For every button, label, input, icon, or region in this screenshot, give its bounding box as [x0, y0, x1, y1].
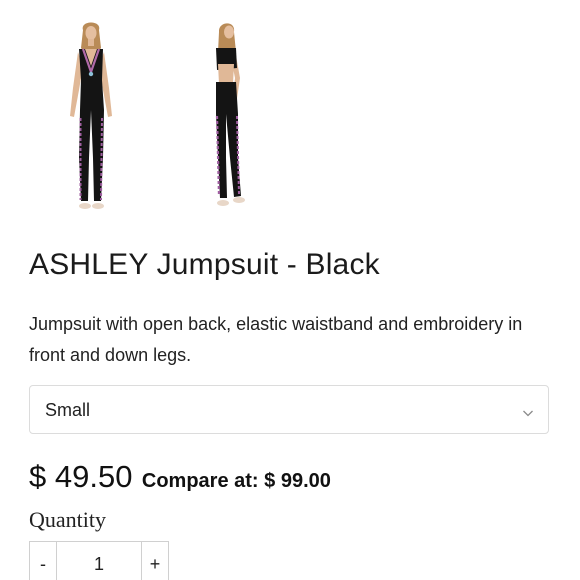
quantity-input[interactable] — [57, 542, 141, 580]
product-price: $ 49.50 — [29, 459, 133, 494]
quantity-stepper: - + — [29, 541, 169, 580]
quantity-label: Quantity — [29, 507, 106, 532]
product-page: ASHLEY Jumpsuit - Black Jumpsuit with op… — [0, 0, 580, 580]
product-description: Jumpsuit with open back, elastic waistba… — [29, 314, 523, 365]
compare-at-price: Compare at: $ 99.00 — [141, 470, 331, 492]
size-select-value: Small — [45, 400, 91, 420]
chevron-down-icon — [522, 405, 534, 417]
quantity-increase-button[interactable]: + — [141, 542, 168, 580]
product-image-back[interactable] — [196, 18, 266, 218]
price-row: $ 49.50 Compare at: $ 99.00 — [29, 459, 331, 495]
product-image-gallery — [0, 0, 580, 220]
quantity-decrease-button[interactable]: - — [30, 542, 57, 580]
product-title: ASHLEY Jumpsuit - Black — [29, 248, 380, 281]
size-select[interactable]: Small — [29, 385, 549, 434]
product-image-front[interactable] — [56, 18, 126, 218]
